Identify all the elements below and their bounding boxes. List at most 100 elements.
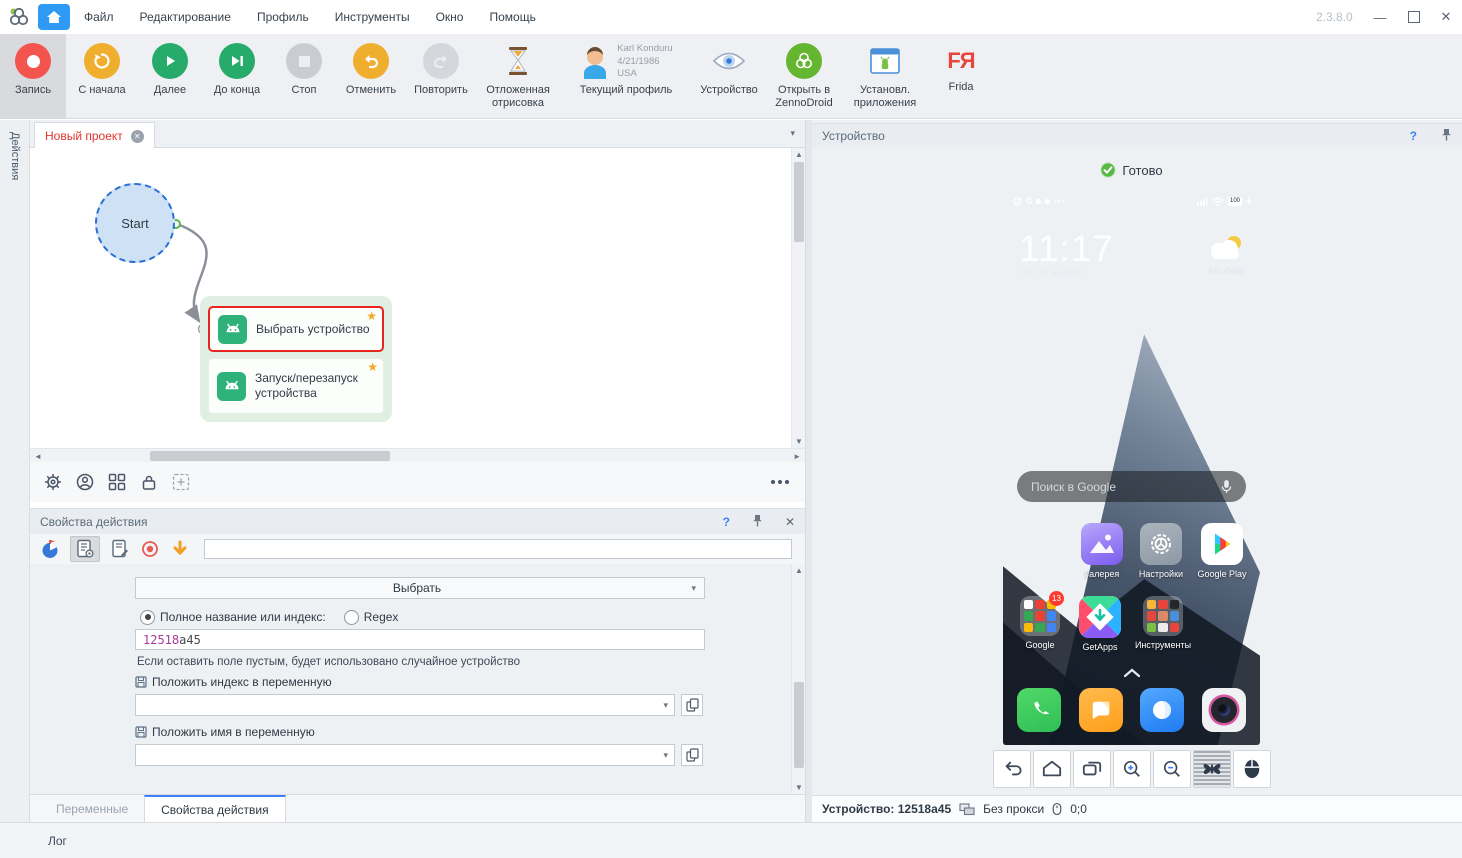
pin-icon[interactable] [1441, 128, 1452, 144]
camera-app-icon[interactable] [1201, 688, 1246, 732]
hscroll-thumb[interactable] [150, 451, 390, 461]
settings-gear-icon[interactable] [44, 473, 62, 491]
weather-icon[interactable] [1208, 234, 1244, 260]
folder-tools[interactable]: Инструменты [1134, 596, 1192, 650]
menu-profile[interactable]: Профиль [257, 10, 309, 24]
menu-help[interactable]: Помощь [489, 10, 535, 24]
scroll-right-icon[interactable]: ► [793, 452, 801, 461]
folder-google[interactable]: 13 Google [1011, 591, 1069, 650]
close-panel-icon[interactable]: ✕ [785, 515, 795, 529]
favorite-star-icon[interactable]: ★ [367, 360, 378, 374]
name-variable-dropdown[interactable]: ▾ [135, 744, 675, 766]
record-button[interactable]: Запись [0, 34, 66, 118]
search-placeholder: Поиск в Google [1031, 479, 1116, 494]
browser-app-icon[interactable] [1140, 688, 1185, 732]
play-to-end-button[interactable]: До конца [202, 34, 272, 118]
frida-button[interactable]: FЯ Frida [928, 34, 994, 118]
doc-edit-icon[interactable] [110, 539, 130, 559]
open-in-zennodroid-button[interactable]: Открыть в ZennoDroid [766, 34, 842, 118]
zoom-in-button[interactable] [1113, 750, 1151, 788]
play-next-button[interactable]: Далее [138, 34, 202, 118]
home-button[interactable] [38, 4, 70, 30]
favorite-star-icon[interactable]: ★ [366, 309, 377, 323]
scroll-down-icon[interactable]: ▼ [795, 783, 803, 792]
drawer-chevron-icon[interactable] [1123, 668, 1141, 678]
props-vscroll-thumb[interactable] [794, 682, 804, 768]
action-properties-view-button[interactable] [70, 536, 100, 562]
scroll-down-icon[interactable]: ▼ [795, 437, 803, 446]
scroll-left-icon[interactable]: ◄ [34, 452, 42, 461]
undo-button[interactable]: Отменить [336, 34, 406, 118]
nav-back-button[interactable] [993, 750, 1031, 788]
mouse-mode-button[interactable] [1233, 750, 1271, 788]
menu-tools[interactable]: Инструменты [335, 10, 410, 24]
canvas-hscrollbar[interactable]: ◄ ► [30, 448, 805, 462]
phone-screen[interactable]: G ••• 100 11:17 Пт, 19 января No data По… [1003, 190, 1260, 745]
maximize-button[interactable] [1400, 6, 1428, 28]
tab-action-properties[interactable]: Свойства действия [144, 795, 286, 822]
stop-button[interactable]: Стоп [272, 34, 336, 118]
menu-file[interactable]: Файл [84, 10, 114, 24]
app-google-play[interactable]: Google Play [1193, 523, 1251, 579]
action-group[interactable]: Выбрать устройство ★ Запуск/перезапуск у… [200, 296, 392, 422]
from-start-button[interactable]: С начала [66, 34, 138, 118]
copy-name-button[interactable] [681, 744, 703, 766]
action-restart-device[interactable]: Запуск/перезапуск устройства ★ [208, 358, 384, 414]
arrow-down-icon[interactable] [170, 539, 190, 559]
copy-index-button[interactable] [681, 694, 703, 716]
menu-edit[interactable]: Редактирование [140, 10, 231, 24]
clock-widget[interactable]: 11:17 [1019, 228, 1114, 270]
radio-full-name[interactable] [140, 609, 155, 625]
action-select-device[interactable]: Выбрать устройство ★ [208, 306, 384, 352]
scroll-up-icon[interactable]: ▲ [795, 150, 803, 159]
vscroll-thumb[interactable] [794, 162, 804, 242]
app-gallery[interactable]: Галерея [1073, 523, 1131, 579]
profile-circle-icon[interactable] [76, 473, 94, 491]
tab-list-dropdown-icon[interactable]: ▾ [790, 128, 795, 139]
installed-apps-button[interactable]: Установл. приложения [842, 34, 928, 118]
menu-window[interactable]: Окно [436, 10, 464, 24]
minimize-button[interactable]: — [1366, 6, 1394, 28]
properties-vscrollbar[interactable]: ▲ ▼ [791, 564, 805, 794]
actions-sidebar-tab[interactable]: Действия [0, 120, 30, 822]
butterfly-tool-button[interactable] [1193, 750, 1231, 788]
action-comment-input[interactable] [204, 539, 792, 559]
tab-variables[interactable]: Переменные [40, 795, 144, 822]
pin-icon[interactable] [752, 514, 763, 530]
index-variable-dropdown[interactable]: ▾ [135, 694, 675, 716]
device-name-input[interactable]: 12518 a45 [135, 629, 705, 650]
breakpoint-pie-icon[interactable] [40, 539, 60, 559]
app-getapps[interactable]: GetApps [1071, 596, 1129, 652]
google-search-bar[interactable]: Поиск в Google [1017, 471, 1246, 502]
more-options-icon[interactable] [771, 480, 789, 484]
redo-button[interactable]: Повторить [406, 34, 476, 118]
flow-canvas[interactable]: Start Выбрать устройство ★ Запуск/переза… [30, 148, 805, 448]
phone-app-icon[interactable] [1017, 688, 1061, 732]
app-settings[interactable]: Настройки [1132, 523, 1190, 579]
select-area-icon[interactable] [172, 473, 190, 491]
help-icon[interactable]: ? [1410, 129, 1417, 143]
help-icon[interactable]: ? [723, 515, 730, 529]
start-node[interactable]: Start [95, 183, 175, 263]
nav-home-button[interactable] [1033, 750, 1071, 788]
grid-view-icon[interactable] [108, 473, 126, 491]
zoom-out-button[interactable] [1153, 750, 1191, 788]
select-device-dropdown[interactable]: Выбрать ▾ [135, 577, 705, 599]
tab-close-icon[interactable]: ✕ [130, 129, 144, 143]
current-profile-button[interactable]: Karl Konduru 4/21/1986 USA Текущий профи… [560, 34, 692, 118]
nav-recents-button[interactable] [1073, 750, 1111, 788]
bottom-tabbar: Переменные Свойства действия [30, 794, 805, 822]
lock-icon[interactable] [140, 473, 158, 491]
scroll-up-icon[interactable]: ▲ [795, 566, 803, 575]
deferred-render-button[interactable]: Отложенная отрисовка [476, 34, 560, 118]
canvas-vscrollbar[interactable]: ▲ ▼ [791, 148, 805, 448]
radio-regex[interactable] [343, 609, 359, 625]
close-button[interactable]: ✕ [1432, 6, 1460, 28]
device-view-button[interactable]: Устройство [692, 34, 766, 118]
log-panel[interactable]: Лог [0, 822, 1462, 858]
panel-splitter[interactable] [805, 120, 812, 822]
mic-icon[interactable] [1221, 479, 1232, 494]
messages-app-icon[interactable] [1078, 688, 1123, 732]
project-tab[interactable]: Новый проект ✕ [34, 122, 155, 149]
record-step-icon[interactable] [140, 539, 160, 559]
